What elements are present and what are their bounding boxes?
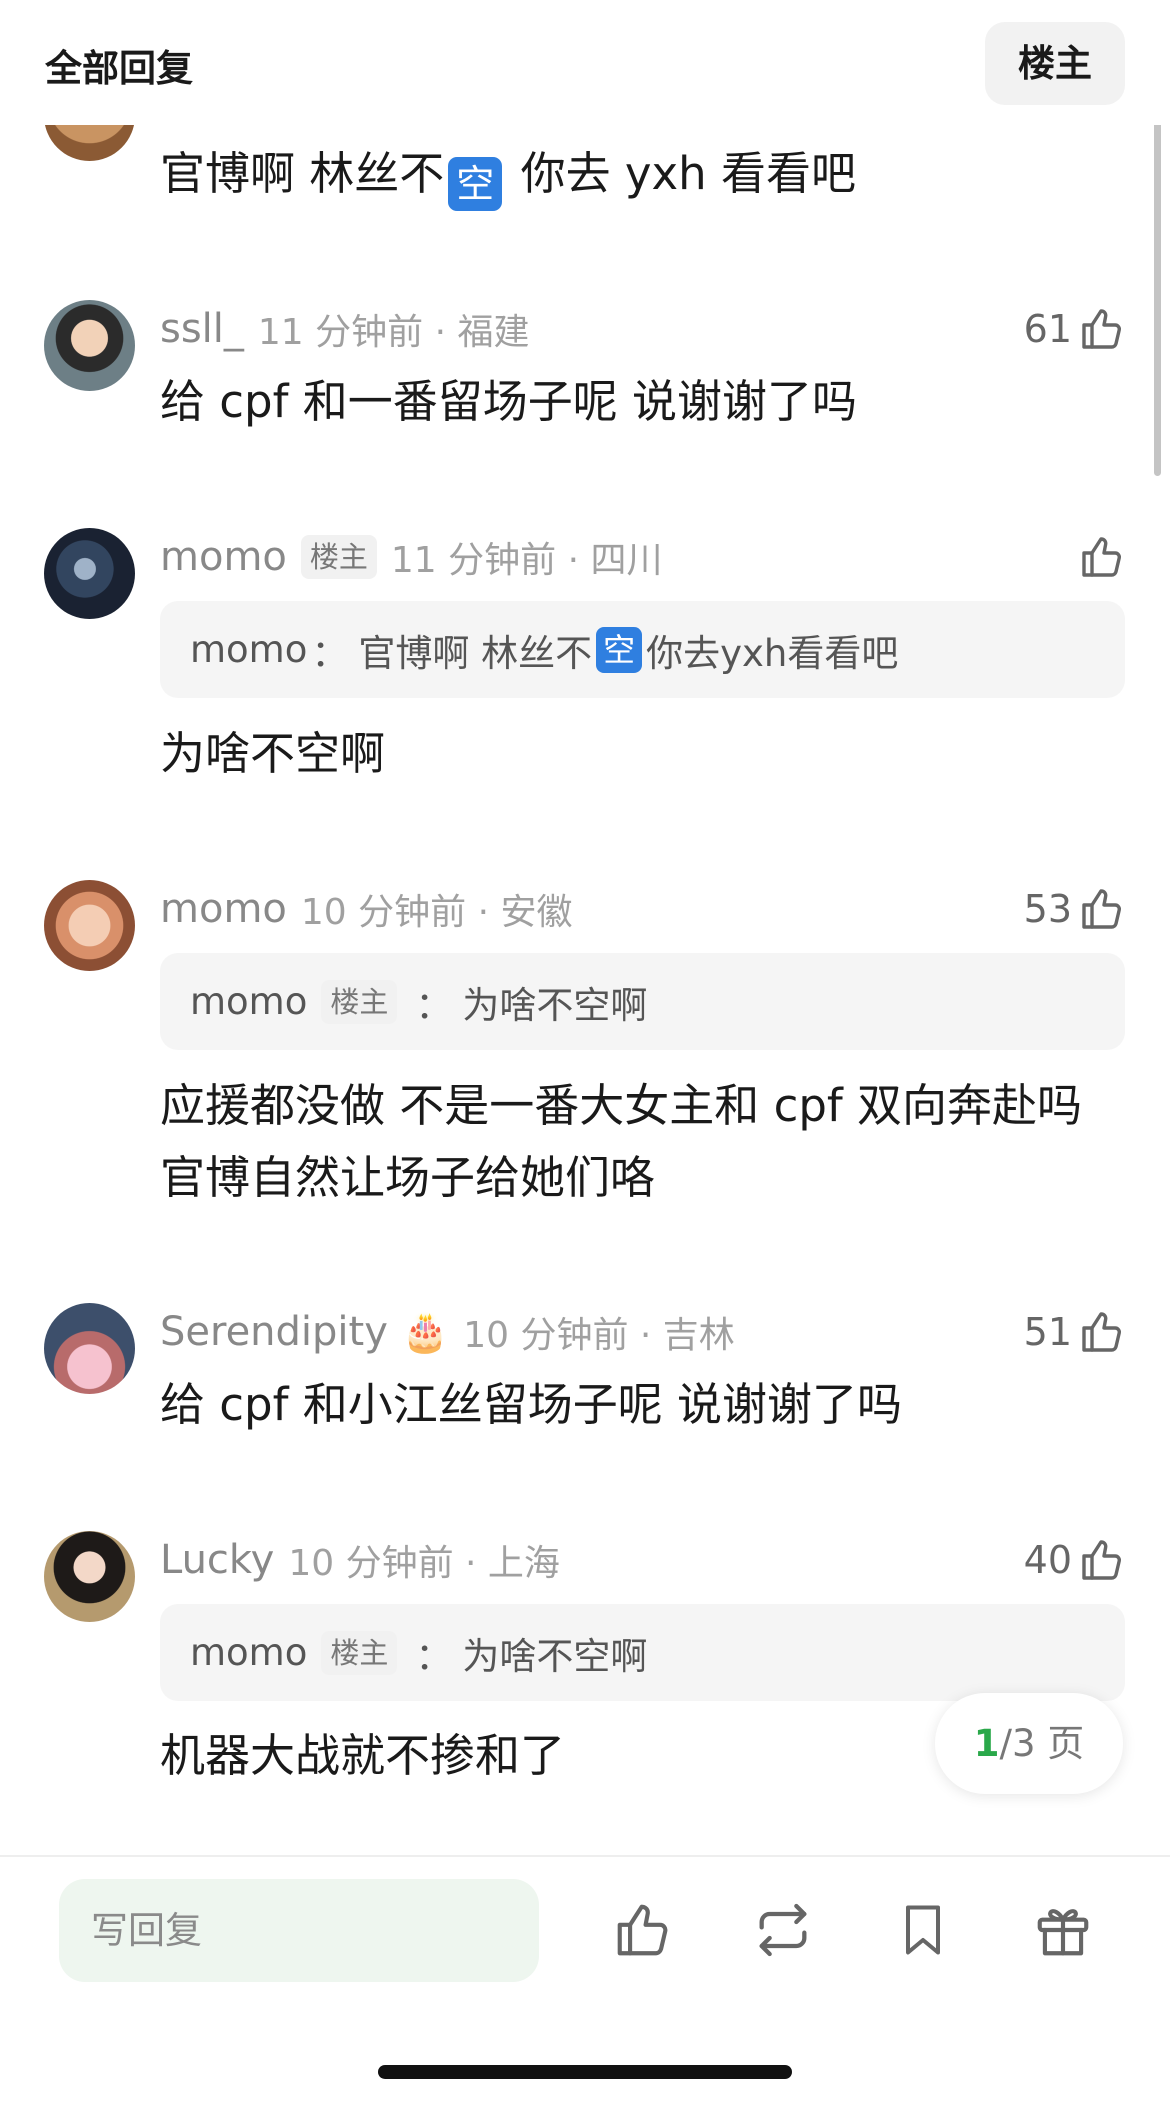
kong-emoji-icon: 空 — [596, 626, 643, 673]
username[interactable]: momo — [160, 886, 287, 932]
thumbs-up-icon — [1082, 309, 1121, 349]
quoted-reply[interactable]: momo：官博啊 林丝不空 你去yxh看看吧 — [160, 601, 1125, 698]
like-button[interactable] — [1078, 530, 1126, 584]
username[interactable]: momo — [160, 534, 287, 580]
op-badge: 楼主 — [321, 1630, 398, 1675]
comment-text: 官博啊 林丝不空 你去 yxh 看看吧 — [160, 138, 1100, 211]
comment-meta: momo 10 分钟前 · 安徽 — [160, 882, 572, 936]
comment-meta: momo 楼主 11 分钟前 · 四川 — [160, 530, 662, 584]
comment-meta: Serendipity 🎂 10 分钟前 · 吉林 — [160, 1305, 735, 1359]
reply-input[interactable] — [59, 1879, 539, 1982]
avatar[interactable] — [44, 880, 135, 971]
comment-text: 为啥不空啊 — [160, 727, 386, 780]
gift-button[interactable] — [1028, 1895, 1098, 1965]
time-location: 11 分钟前 · 福建 — [257, 312, 530, 353]
page-title: 全部回复 — [45, 47, 193, 90]
comment-meta: Lucky 10 分钟前 · 上海 — [160, 1533, 560, 1587]
home-indicator — [378, 2065, 792, 2079]
comments-screen: 官博啊 林丝不空 你去 yxh 看看吧 ssll_ 11 分钟前 · 福建 61… — [0, 0, 1170, 2104]
like-button[interactable]: 53 — [1024, 882, 1126, 936]
op-badge: 楼主 — [300, 535, 377, 579]
quote-text: 为啥不空啊 — [462, 983, 648, 1027]
like-count: 51 — [1023, 1310, 1072, 1354]
thumbs-up-icon — [1082, 1540, 1121, 1580]
avatar[interactable] — [44, 300, 135, 391]
repost-icon — [759, 1903, 807, 1957]
thumbs-up-icon — [1082, 1312, 1121, 1352]
like-count: 53 — [1023, 887, 1072, 931]
comment-meta: ssll_ 11 分钟前 · 福建 — [160, 302, 530, 356]
comment-text: 给 cpf 和小江丝留场子呢 说谢谢了吗 — [160, 1378, 903, 1431]
quote-author: momo — [190, 628, 308, 671]
bottom-action-bar — [0, 1855, 1170, 2104]
quote-author: momo — [190, 980, 308, 1023]
gift-icon — [1037, 1909, 1089, 1956]
comment-text: 给 cpf 和一番留场子呢 说谢谢了吗 — [160, 375, 858, 428]
page-indicator[interactable]: 1/3 页 — [935, 1693, 1123, 1794]
avatar[interactable] — [44, 1531, 135, 1622]
bookmark-icon — [906, 1905, 940, 1955]
username[interactable]: Lucky — [160, 1537, 274, 1583]
header: 全部回复 楼主 — [0, 0, 1170, 125]
comment-text: 应援都没做 不是一番大女主和 cpf 双向奔赴吗 官博自然让场子给她们咯 — [160, 1079, 1083, 1204]
op-only-filter-button[interactable]: 楼主 — [985, 22, 1125, 105]
page-current: 1 — [973, 1722, 1000, 1765]
quote-text: 官博啊 林丝不 — [358, 631, 593, 675]
quote-author: momo — [190, 1631, 308, 1674]
quoted-reply[interactable]: momo 楼主 ：为啥不空啊 — [160, 953, 1125, 1050]
quote-text: 为啥不空啊 — [462, 1634, 648, 1678]
op-badge: 楼主 — [321, 979, 398, 1024]
birthday-cake-icon: 🎂 — [401, 1309, 450, 1354]
like-post-button[interactable] — [608, 1895, 678, 1965]
quote-separator: ： — [415, 1634, 453, 1678]
avatar[interactable] — [44, 528, 135, 619]
avatar[interactable] — [44, 1303, 135, 1394]
quote-separator: ： — [415, 983, 453, 1027]
repost-button[interactable] — [748, 1895, 818, 1965]
like-count: 61 — [1023, 307, 1072, 351]
thumbs-up-icon — [1082, 537, 1121, 577]
time-location: 10 分钟前 · 上海 — [288, 1543, 560, 1584]
like-button[interactable]: 40 — [1024, 1533, 1126, 1587]
username[interactable]: Serendipity — [160, 1309, 388, 1355]
thumbs-up-icon — [617, 1904, 668, 1956]
page-total: /3 页 — [999, 1722, 1085, 1765]
username[interactable]: ssll_ — [160, 306, 244, 352]
quoted-reply[interactable]: momo 楼主 ：为啥不空啊 — [160, 1604, 1125, 1701]
comment-list: 官博啊 林丝不空 你去 yxh 看看吧 ssll_ 11 分钟前 · 福建 61… — [0, 0, 1170, 1855]
thumbs-up-icon — [1082, 889, 1121, 929]
time-location: 10 分钟前 · 吉林 — [463, 1315, 735, 1356]
like-button[interactable]: 61 — [1024, 302, 1126, 356]
quote-text-tail: 你去yxh看看吧 — [646, 631, 899, 675]
quote-separator: ： — [311, 631, 349, 675]
bookmark-button[interactable] — [888, 1895, 958, 1965]
time-location: 10 分钟前 · 安徽 — [300, 892, 573, 933]
time-location: 11 分钟前 · 四川 — [390, 540, 663, 581]
kong-emoji-icon: 空 — [448, 157, 503, 211]
like-button[interactable]: 51 — [1024, 1305, 1126, 1359]
like-count: 40 — [1023, 1538, 1072, 1582]
